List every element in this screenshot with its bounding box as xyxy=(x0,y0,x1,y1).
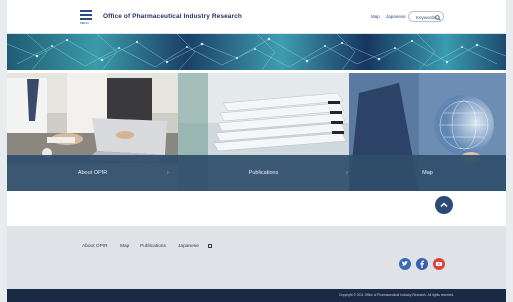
external-link-icon xyxy=(208,244,212,248)
twitter-icon[interactable] xyxy=(399,258,411,270)
copyright-text: Copyright © 2021 Office of Pharmaceutica… xyxy=(338,293,454,297)
copyright-bar: Copyright © 2021 Office of Pharmaceutica… xyxy=(7,289,506,302)
footer-link-map[interactable]: Map xyxy=(120,244,129,249)
menu-label: MENU xyxy=(80,21,89,25)
search-icon[interactable] xyxy=(435,14,441,21)
chevron-right-icon: › xyxy=(346,170,348,176)
network-pattern-image xyxy=(7,34,506,70)
page: MENU Office of Pharmaceutical Industry R… xyxy=(7,0,506,302)
card-label-map: Map xyxy=(422,170,433,176)
site-header: MENU Office of Pharmaceutical Industry R… xyxy=(7,0,506,34)
card-about-opir[interactable]: About OPIR › xyxy=(7,73,178,191)
chevron-up-icon xyxy=(440,202,448,208)
site-footer: About OPIR Map Publications Japanese xyxy=(7,226,506,289)
card-label-about-opir: About OPIR xyxy=(77,170,108,176)
header-language-link[interactable]: Japanese xyxy=(386,14,406,19)
card-map[interactable]: Map xyxy=(349,73,506,191)
header-map-link[interactable]: Map xyxy=(371,14,380,19)
back-to-top-button[interactable] xyxy=(435,196,453,214)
card-publications[interactable]: Publications › xyxy=(178,73,349,191)
hero-banner xyxy=(7,34,506,70)
facebook-icon[interactable] xyxy=(416,258,428,270)
card-label-publications: Publications xyxy=(248,170,279,176)
youtube-icon[interactable] xyxy=(433,258,445,270)
chevron-right-icon: › xyxy=(167,170,169,176)
site-title[interactable]: Office of Pharmaceutical Industry Resear… xyxy=(103,13,242,20)
footer-link-about-opir[interactable]: About OPIR xyxy=(82,244,108,249)
search-input-value: Keywords xyxy=(416,14,436,20)
search-input[interactable]: Keywords xyxy=(408,11,444,22)
footer-link-publications[interactable]: Publications xyxy=(140,244,166,249)
hamburger-menu-icon[interactable]: MENU xyxy=(80,10,92,25)
feature-cards: About OPIR › Publications › Map xyxy=(7,73,506,191)
footer-link-japanese[interactable]: Japanese xyxy=(178,244,199,249)
